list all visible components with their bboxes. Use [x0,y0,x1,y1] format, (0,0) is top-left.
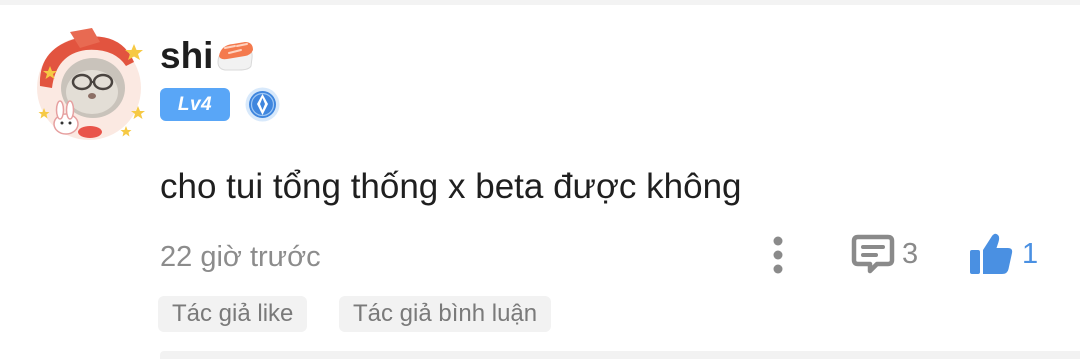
thumbs-up-icon [970,233,1013,274]
comment-bubble-icon [851,234,895,274]
author-liked-tag: Tác giả like [158,296,308,332]
avatar[interactable] [30,26,148,144]
like-button[interactable]: 1 [968,231,1038,277]
reply-count: 3 [902,237,919,270]
username[interactable]: shi [160,32,255,78]
comment-text: cho tui tổng thống x beta được không [160,167,742,206]
medal-icon [244,86,281,123]
author-replied-tag: Tác giả bình luận [339,296,552,332]
more-options-icon[interactable] [770,235,786,275]
reply-button[interactable]: 3 [851,231,918,277]
bottom-divider [160,351,1080,359]
top-divider [0,0,1080,5]
timestamp: 22 giờ trước [160,241,321,273]
level-badge: Lv4 [160,88,230,121]
username-text: shi [160,35,214,77]
sushi-icon [215,38,255,74]
like-count: 1 [1022,237,1039,270]
